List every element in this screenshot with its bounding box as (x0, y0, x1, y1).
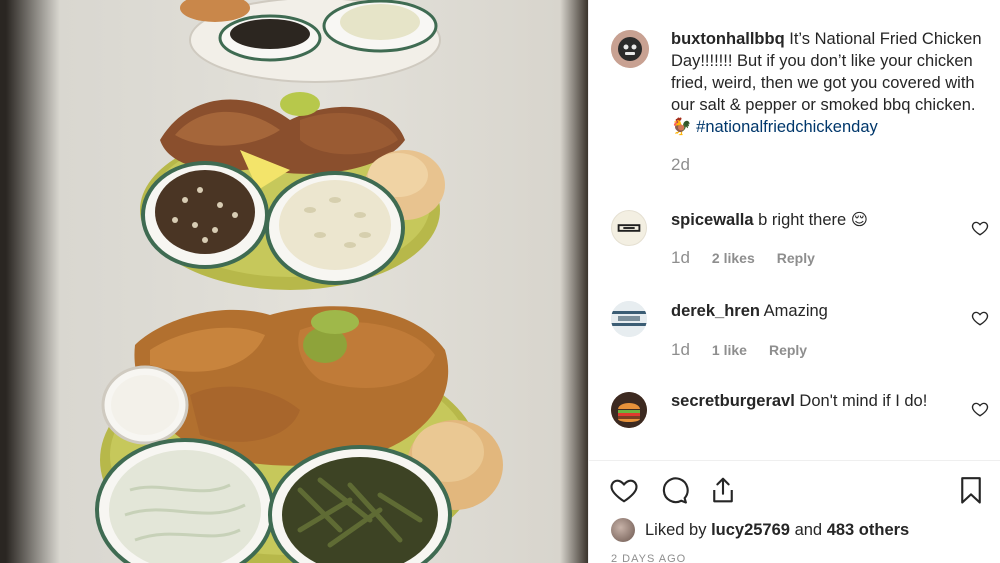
commenter-avatar-secretburgeravl[interactable] (611, 392, 647, 428)
liked-by-row: Liked by lucy25769 and 483 others (611, 518, 909, 542)
post-time[interactable]: 2d (671, 154, 991, 176)
comment-body: b right there 😌 (758, 211, 868, 229)
comment-time[interactable]: 1d (671, 340, 690, 360)
comment-username[interactable]: secretburgeravl (671, 392, 795, 410)
share-icon[interactable] (708, 475, 738, 505)
author-username[interactable]: buxtonhallbbq (671, 30, 785, 48)
comment-username[interactable]: spicewalla (671, 211, 754, 229)
comment-body: Don't mind if I do! (799, 392, 928, 410)
commenter-avatar-derek-hren[interactable] (611, 301, 647, 337)
comment-body: Amazing (763, 302, 828, 320)
burger-icon (611, 392, 647, 428)
liker-username[interactable]: lucy25769 (711, 521, 790, 539)
author-avatar-image (611, 30, 649, 68)
reply-button[interactable]: Reply (777, 250, 815, 266)
comment-derek-hren: derek_hren Amazing (671, 300, 971, 322)
post-caption: buxtonhallbbq It’s National Fried Chicke… (671, 28, 991, 176)
liked-by-and: and (794, 520, 823, 539)
liked-by-prefix: Liked by (645, 520, 707, 539)
comment-meta-spicewalla: 1d 2 likes Reply (671, 248, 815, 268)
liked-by-text: Liked by lucy25769 and 483 others (645, 521, 909, 540)
comment-likes[interactable]: 1 like (712, 342, 747, 358)
comment-username[interactable]: derek_hren (671, 302, 760, 320)
heart-outline-icon[interactable] (971, 309, 989, 327)
post-date[interactable]: 2 DAYS AGO (611, 553, 686, 563)
comment-time[interactable]: 1d (671, 248, 690, 268)
food-photo-illustration (95, 0, 503, 563)
post-side-panel: buxtonhallbbq It’s National Fried Chicke… (588, 0, 1000, 563)
commenter-avatar-spicewalla[interactable] (611, 210, 647, 246)
comment-likes[interactable]: 2 likes (712, 250, 755, 266)
heart-outline-icon[interactable] (971, 400, 989, 418)
post-photo (0, 0, 588, 563)
bookmark-icon[interactable] (956, 475, 986, 505)
likes-count[interactable]: 483 others (827, 521, 910, 539)
derek-hren-avatar-image (611, 301, 647, 337)
comment-meta-derek-hren: 1d 1 like Reply (671, 340, 807, 360)
liker-avatar[interactable] (611, 518, 635, 542)
comment-spicewalla: spicewalla b right there 😌 (671, 209, 971, 231)
divider (589, 460, 1000, 461)
spicewalla-logo (617, 224, 641, 232)
author-avatar[interactable] (611, 30, 649, 68)
heart-outline-icon[interactable] (971, 219, 989, 237)
reply-button[interactable]: Reply (769, 342, 807, 358)
caption-hashtag[interactable]: #nationalfriedchickenday (696, 118, 878, 136)
comment-icon[interactable] (659, 475, 689, 505)
comment-secretburgeravl: secretburgeravl Don't mind if I do! (671, 390, 961, 412)
heart-icon[interactable] (609, 475, 639, 505)
